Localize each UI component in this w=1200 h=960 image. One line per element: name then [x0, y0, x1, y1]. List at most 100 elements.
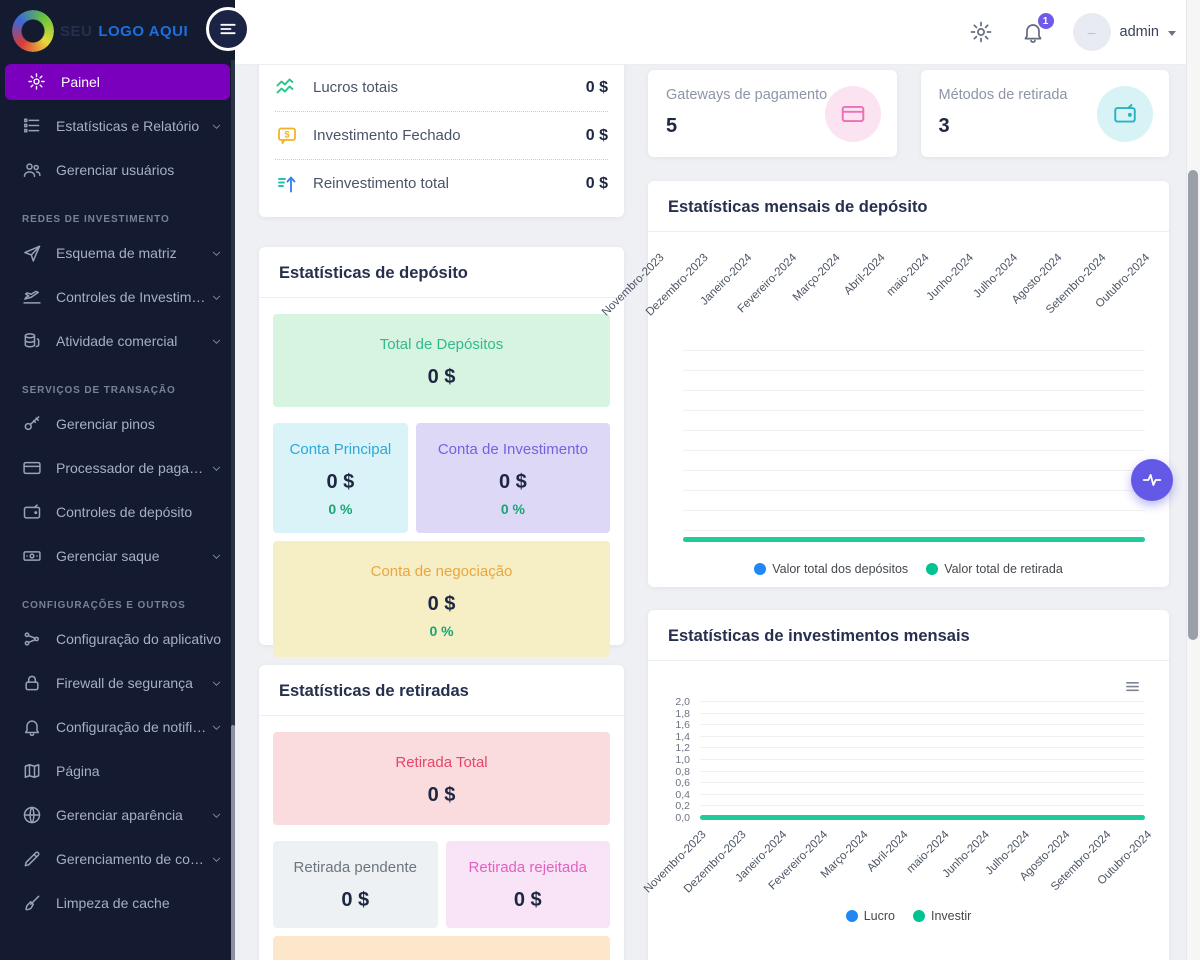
notification-badge: 1 — [1038, 13, 1054, 29]
totals-row: Reinvestimento total0 $ — [275, 159, 608, 207]
main-account-value: 0 $ — [279, 471, 402, 494]
sidebar-item-atividade-comercial[interactable]: Atividade comercial — [0, 319, 235, 363]
sidebar-item-configura-o-do-aplicativo[interactable]: Configuração do aplicativo — [0, 617, 235, 661]
lock-icon — [22, 673, 42, 693]
legend-dot — [846, 910, 858, 922]
main-account-percent: 0 % — [279, 501, 402, 517]
y-axis-label: 0,4 — [654, 789, 690, 801]
gridline — [700, 759, 1145, 760]
sidebar-item-gerenciar-saque[interactable]: Gerenciar saque — [0, 534, 235, 578]
sidebar-item-painel[interactable]: Painel — [5, 64, 230, 100]
withdraw-fee-box: Taxa de retirada — [273, 936, 610, 960]
sidebar-section-label: REDES DE INVESTIMENTO — [0, 192, 235, 231]
page-scrollbar-thumb[interactable] — [1188, 170, 1198, 640]
y-axis-label: 0,6 — [654, 777, 690, 789]
sidebar-item-limpeza-de-cache[interactable]: Limpeza de cache — [0, 881, 235, 925]
total-withdraw-label: Retirada Total — [283, 754, 600, 771]
sidebar-item-esquema-de-matriz[interactable]: Esquema de matriz — [0, 231, 235, 275]
sidebar-item-label: Controles de depósito — [56, 504, 192, 520]
trading-account-label: Conta de negociação — [283, 563, 600, 580]
globe-icon — [22, 805, 42, 825]
legend-label: Valor total dos depósitos — [772, 562, 908, 576]
coins-icon — [22, 331, 42, 351]
trading-account-value: 0 $ — [283, 593, 600, 616]
gridline — [683, 510, 1145, 511]
trend-icon — [275, 76, 299, 100]
user-menu[interactable]: – admin — [1073, 13, 1177, 51]
sidebar-toggle-button[interactable] — [206, 7, 250, 51]
sidebar-item-label: Configuração do aplicativo — [56, 631, 221, 647]
broom-icon — [22, 893, 42, 913]
total-withdraw-box: Retirada Total 0 $ — [273, 732, 610, 825]
rejected-withdraw-box: Retirada rejeitada 0 $ — [446, 841, 611, 928]
pen-icon — [22, 849, 42, 869]
sidebar-item-processador-de-pagamento[interactable]: Processador de pagamento — [0, 446, 235, 490]
x-axis-label: Abril-2024 — [842, 252, 888, 298]
dashboard-page: 1 – admin SEU LOGO AQUI Painel Estatístic… — [0, 0, 1200, 960]
page-scrollbar[interactable] — [1186, 0, 1200, 960]
sidebar-item-label: Gerenciar saque — [56, 548, 160, 564]
gridline — [683, 390, 1145, 391]
mini-cards-row: Gateways de pagamento 5 Métodos de retir… — [648, 70, 1169, 157]
sidebar-item-controles-de-investimento[interactable]: Controles de Investimento — [0, 275, 235, 319]
deposit-stats-card: Estatísticas de depósito Total de Depósi… — [259, 247, 624, 645]
legend-item[interactable]: Valor total dos depósitos — [754, 562, 908, 576]
chevron-down-icon — [211, 810, 223, 821]
list-icon — [22, 116, 42, 136]
chart-menu-icon[interactable] — [1124, 679, 1141, 699]
gridline — [700, 782, 1145, 783]
app-logo[interactable]: SEU LOGO AQUI — [0, 0, 235, 60]
gear-icon[interactable] — [969, 20, 993, 44]
investment-account-value: 0 $ — [422, 471, 604, 494]
sidebar-item-estat-sticas-e-relat-rio[interactable]: Estatísticas e Relatório — [0, 104, 235, 148]
withdraw-card-title: Estatísticas de retiradas — [259, 665, 624, 716]
pulse-fab-button[interactable] — [1131, 459, 1173, 501]
main-account-box: Conta Principal 0 $ 0 % — [273, 423, 408, 533]
logo-text-suffix: LOGO AQUI — [98, 23, 188, 40]
sidebar-scrollbar-thumb[interactable] — [231, 725, 235, 960]
user-name: admin — [1120, 24, 1160, 40]
sidebar-item-label: Processador de pagamento — [56, 460, 211, 476]
sidebar-section-label: SERVIÇOS DE TRANSAÇÃO — [0, 363, 235, 402]
chevron-down-icon — [211, 678, 223, 689]
avatar[interactable]: – — [1073, 13, 1111, 51]
gridline — [683, 450, 1145, 451]
sidebar-item-firewall-de-seguran-a[interactable]: Firewall de segurança — [0, 661, 235, 705]
chart1-title: Estatísticas mensais de depósito — [648, 181, 1169, 232]
trading-account-percent: 0 % — [283, 623, 600, 639]
y-axis-label: 0,2 — [654, 800, 690, 812]
sidebar-item-label: Gerenciar usuários — [56, 162, 174, 178]
legend-dot — [754, 563, 766, 575]
totals-row: $Investimento Fechado0 $ — [275, 111, 608, 159]
plane-icon — [22, 287, 42, 307]
sidebar-item-gerenciar-usu-rios[interactable]: Gerenciar usuários — [0, 148, 235, 192]
logo-text-prefix: SEU — [60, 23, 92, 40]
gridline — [700, 736, 1145, 737]
totals-row-value: 0 $ — [586, 127, 608, 145]
sidebar-item-controles-de-dep-sito[interactable]: Controles de depósito — [0, 490, 235, 534]
sidebar-scrollbar[interactable] — [231, 60, 235, 960]
pending-withdraw-label: Retirada pendente — [279, 859, 432, 876]
legend-item[interactable]: Investir — [913, 909, 971, 923]
rejected-withdraw-value: 0 $ — [452, 889, 605, 912]
legend-item[interactable]: Lucro — [846, 909, 895, 923]
sidebar-item-gerenciar-apar-ncia[interactable]: Gerenciar aparência — [0, 793, 235, 837]
banknote-icon — [22, 546, 42, 566]
gridline — [700, 771, 1145, 772]
sidebar-item-gerenciamento-de-contatos[interactable]: Gerenciamento de contatos — [0, 837, 235, 881]
sidebar-item-p-gina[interactable]: Página — [0, 749, 235, 793]
sidebar-item-configura-o-de-notifica-o[interactable]: Configuração de notificação — [0, 705, 235, 749]
bell-icon[interactable]: 1 — [1021, 20, 1045, 44]
deposit-card-title: Estatísticas de depósito — [259, 247, 624, 298]
sidebar-item-label: Firewall de segurança — [56, 675, 193, 691]
totals-row-label: Reinvestimento total — [313, 175, 449, 192]
chart1-plot: Novembro-2023Dezembro-2023Janeiro-2024Fe… — [648, 232, 1169, 591]
gridline — [683, 410, 1145, 411]
chart-legend: Lucro Investir — [648, 909, 1169, 923]
total-deposits-box: Total de Depósitos 0 $ — [273, 314, 610, 407]
y-axis-label: 0,0 — [654, 812, 690, 824]
sidebar-item-label: Gerenciar aparência — [56, 807, 183, 823]
sidebar-item-gerenciar-pinos[interactable]: Gerenciar pinos — [0, 402, 235, 446]
y-axis-label: 1,8 — [654, 708, 690, 720]
legend-item[interactable]: Valor total de retirada — [926, 562, 1063, 576]
